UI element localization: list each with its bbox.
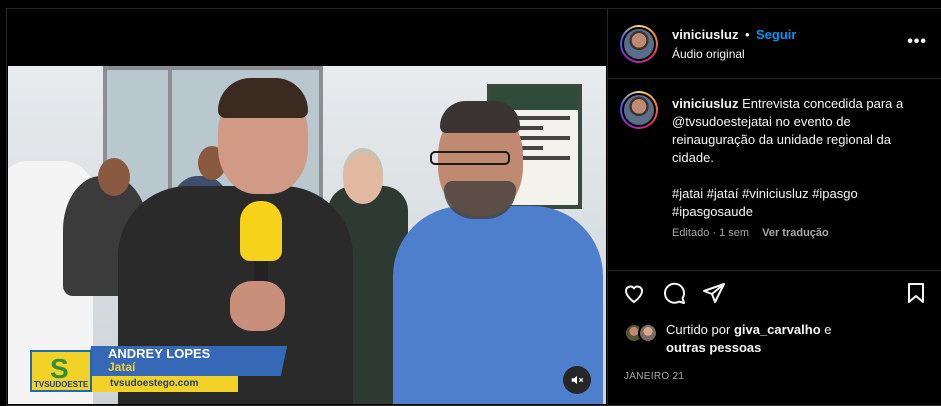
- post-actions: [608, 271, 941, 315]
- speaker-muted-icon: [571, 375, 584, 385]
- mute-toggle-button[interactable]: [563, 366, 591, 394]
- post-caption: viniciusluz Entrevista concedida para a …: [608, 79, 941, 271]
- microphone: [240, 201, 282, 261]
- more-options-icon[interactable]: •••: [907, 33, 927, 51]
- post-side-panel: viniciusluz • Seguir Áudio original ••• …: [607, 9, 941, 405]
- heart-icon[interactable]: [622, 281, 646, 305]
- caption-hashtags: #jatai #jataí #viniciusluz #ipasgo #ipas…: [672, 186, 858, 219]
- post-header: viniciusluz • Seguir Áudio original •••: [608, 9, 941, 79]
- video-player[interactable]: S TVSUDOESTE ANDREY LOPES Jataí tvsudoes…: [8, 66, 606, 404]
- lower-third-city: Jataí: [108, 360, 136, 374]
- likes-others-link[interactable]: outras pessoas: [666, 340, 761, 355]
- liker-username-link[interactable]: giva_carvalho: [734, 322, 821, 337]
- glasses: [430, 151, 510, 165]
- post-date[interactable]: JANEIRO 21: [624, 371, 684, 382]
- post-frame: S TVSUDOESTE ANDREY LOPES Jataí tvsudoes…: [6, 8, 941, 406]
- header-username-link[interactable]: viniciusluz: [672, 27, 738, 42]
- caption-meta: Editado · 1 sem Ver tradução: [672, 227, 829, 239]
- paper-plane-icon[interactable]: [702, 281, 726, 305]
- translate-link[interactable]: Ver tradução: [762, 227, 829, 239]
- caption-username-link[interactable]: viniciusluz: [672, 96, 738, 111]
- follow-button[interactable]: Seguir: [756, 27, 796, 42]
- liker-avatar[interactable]: [638, 323, 658, 343]
- header-separator: •: [745, 27, 750, 42]
- caption-avatar[interactable]: [620, 91, 658, 129]
- bookmark-icon[interactable]: [904, 281, 928, 305]
- lower-third-name: ANDREY LOPES: [108, 346, 211, 361]
- tv-logo: S TVSUDOESTE: [30, 350, 92, 392]
- lower-third-website: tvsudoestego.com: [110, 378, 199, 389]
- comment-icon[interactable]: [662, 281, 686, 305]
- avatar[interactable]: [620, 25, 658, 63]
- original-audio-link[interactable]: Áudio original: [672, 47, 745, 61]
- likes-summary: Curtido por giva_carvalho e outras pesso…: [608, 315, 941, 359]
- video-lower-third: S TVSUDOESTE ANDREY LOPES Jataí tvsudoes…: [30, 346, 288, 392]
